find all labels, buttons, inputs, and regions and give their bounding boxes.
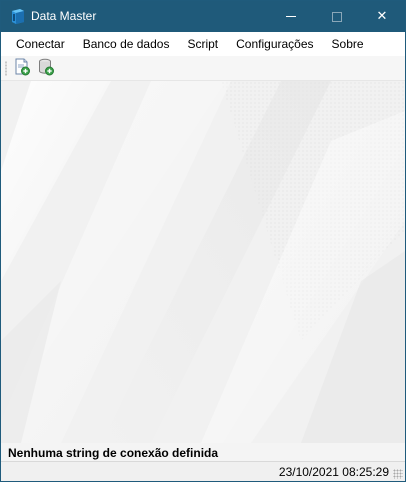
add-database-button[interactable]: [36, 58, 56, 79]
title-bar[interactable]: Data Master ✕: [1, 1, 405, 32]
menu-bar: Conectar Banco de dados Script Configura…: [1, 32, 405, 56]
connection-status-message: Nenhuma string de conexão definida: [8, 446, 219, 460]
menu-configuracoes[interactable]: Configurações: [227, 32, 322, 56]
database-app-icon: [10, 8, 26, 25]
window-title: Data Master: [31, 9, 97, 23]
status-datetime: 23/10/2021 08:25:29: [278, 465, 389, 479]
maximize-icon: [332, 11, 342, 22]
minimize-icon: [286, 16, 296, 17]
status-bar-panel: [1, 464, 275, 480]
minimize-button[interactable]: [268, 1, 314, 32]
main-window: Data Master ✕ Conectar Banco de dados Sc…: [0, 0, 406, 482]
close-button[interactable]: ✕: [359, 1, 405, 32]
new-connection-icon: [13, 58, 31, 79]
add-database-icon: [37, 58, 55, 79]
status-bar: 23/10/2021 08:25:29: [1, 461, 405, 481]
menu-banco-de-dados[interactable]: Banco de dados: [74, 32, 179, 56]
workspace-area: [1, 81, 405, 443]
close-icon: ✕: [376, 9, 388, 24]
new-connection-button[interactable]: [12, 58, 32, 79]
resize-grip[interactable]: [393, 469, 403, 479]
background-pattern: [1, 81, 405, 443]
menu-sobre[interactable]: Sobre: [323, 32, 373, 56]
menu-conectar[interactable]: Conectar: [7, 32, 74, 56]
connection-status-panel: Nenhuma string de conexão definida: [1, 443, 405, 461]
menu-script[interactable]: Script: [178, 32, 227, 56]
toolbar: [1, 56, 405, 81]
maximize-button[interactable]: [314, 1, 360, 32]
toolbar-grip[interactable]: [5, 61, 7, 76]
